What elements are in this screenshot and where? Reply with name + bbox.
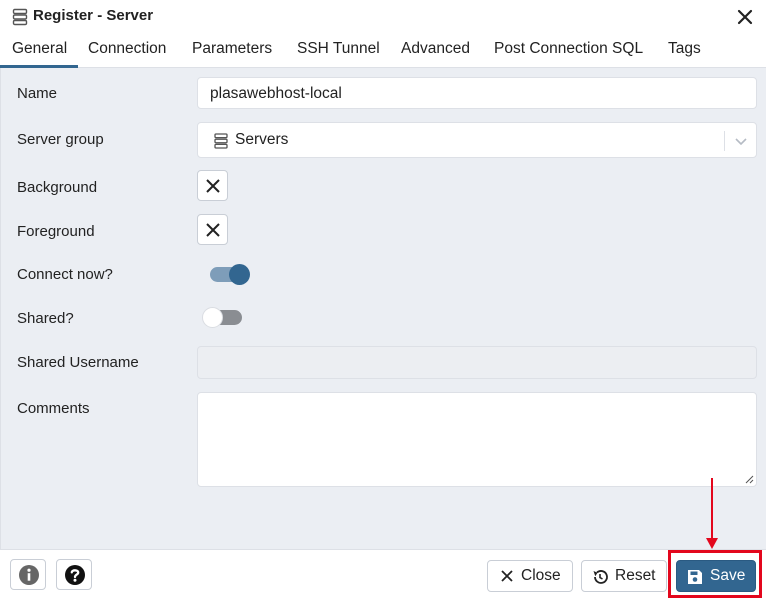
server-group-value: Servers [235,131,289,148]
comments-textarea[interactable] [197,392,757,487]
toggle-knob [202,307,223,328]
comments-label: Comments [17,400,90,417]
help-button[interactable] [56,559,92,590]
server-group-label: Server group [17,131,104,148]
close-button[interactable]: Close [487,560,573,592]
foreground-color-picker[interactable] [197,214,228,245]
clear-x-icon [206,179,220,193]
tab-connection[interactable]: Connection [88,34,166,68]
server-group-icon [214,133,228,149]
name-input[interactable]: plasawebhost-local [197,77,757,109]
server-icon [12,8,28,26]
close-button-label: Close [521,567,561,584]
tab-post-connection-sql[interactable]: Post Connection SQL [494,34,643,68]
connect-now-label: Connect now? [17,266,113,283]
shared-username-input[interactable] [197,346,757,379]
name-label: Name [17,85,58,102]
general-form: Name plasawebhost-local Server group Ser… [0,68,766,549]
tab-ssh-tunnel[interactable]: SSH Tunnel [297,34,380,68]
select-divider [724,131,725,151]
name-value: plasawebhost-local [210,85,342,102]
shared-label: Shared? [17,310,74,327]
tab-general[interactable]: General [0,34,78,68]
close-icon [501,570,513,582]
reset-button-label: Reset [615,567,656,584]
info-button[interactable] [10,559,46,590]
toggle-knob [229,264,250,285]
help-icon [65,565,85,585]
tab-parameters[interactable]: Parameters [192,34,272,68]
background-color-picker[interactable] [197,170,228,201]
close-icon[interactable] [734,6,756,28]
chevron-down-icon[interactable] [733,133,749,149]
annotation-arrow [706,478,718,549]
dialog-title: Register - Server [33,7,154,24]
info-icon [19,565,39,585]
shared-username-label: Shared Username [17,354,139,371]
annotation-highlight-box [668,550,762,598]
background-label: Background [17,179,98,196]
foreground-label: Foreground [17,223,95,240]
dialog-titlebar: Register - Server [0,0,766,34]
reset-button[interactable]: Reset [581,560,667,592]
tab-tags[interactable]: Tags [668,34,701,68]
clear-x-icon [206,223,220,237]
reset-icon [593,570,608,584]
resize-handle-icon[interactable] [745,475,754,484]
server-group-select[interactable]: Servers [197,122,757,158]
tab-advanced[interactable]: Advanced [401,34,470,68]
tab-bar: General Connection Parameters SSH Tunnel… [0,34,766,68]
dialog-footer: Close Reset Save [0,549,766,600]
